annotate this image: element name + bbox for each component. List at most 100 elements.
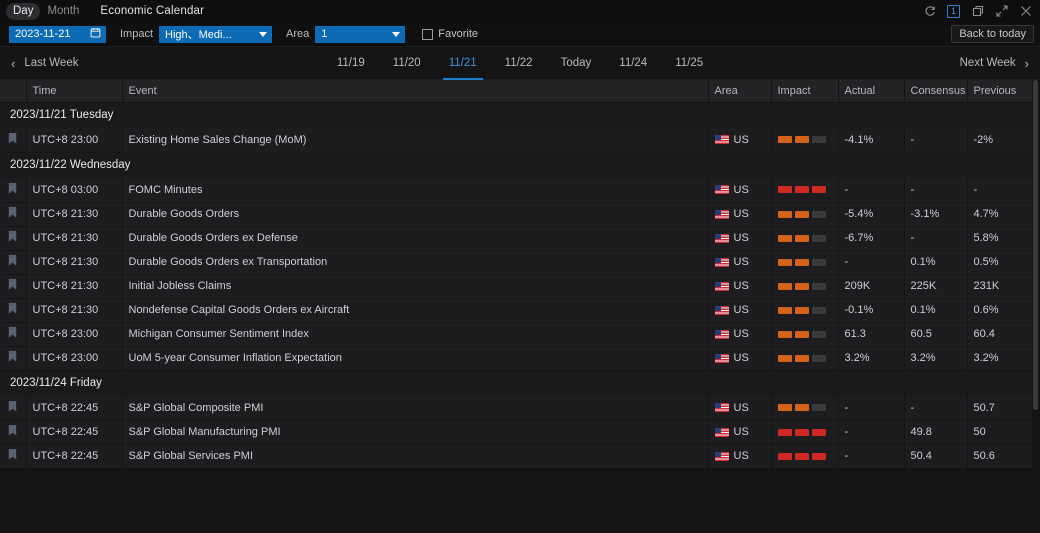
cell-event[interactable]: UoM 5-year Consumer Inflation Expectatio…	[122, 346, 708, 370]
cell-event[interactable]: Durable Goods Orders ex Defense	[122, 226, 708, 250]
cell-event[interactable]: S&P Global Services PMI	[122, 444, 708, 468]
bookmark-cell[interactable]	[0, 226, 26, 250]
column-header-time[interactable]: Time	[26, 80, 122, 102]
table-row[interactable]: UTC+8 22:45S&P Global Manufacturing PMIU…	[0, 420, 1032, 444]
mode-month-button[interactable]: Month	[40, 3, 86, 20]
day-tab-today[interactable]: Today	[547, 47, 606, 80]
cell-consensus: 225K	[904, 274, 967, 298]
bookmark-icon[interactable]	[8, 351, 17, 365]
cell-event[interactable]: FOMC Minutes	[122, 178, 708, 202]
bookmark-icon[interactable]	[8, 183, 17, 197]
table-row[interactable]: UTC+8 23:00UoM 5-year Consumer Inflation…	[0, 346, 1032, 370]
column-header-actual[interactable]: Actual	[838, 80, 904, 102]
bookmark-icon[interactable]	[8, 449, 17, 463]
bookmark-icon[interactable]	[8, 231, 17, 245]
day-tab-1119[interactable]: 11/19	[323, 47, 379, 80]
bookmark-cell[interactable]	[0, 298, 26, 322]
week-navigation: ‹ Last Week 11/19 11/20 11/21 11/22 Toda…	[0, 47, 1040, 80]
column-header-area[interactable]: Area	[708, 80, 771, 102]
cell-event[interactable]: Durable Goods Orders ex Transportation	[122, 250, 708, 274]
cell-area: US	[708, 420, 771, 444]
cell-actual: -	[838, 250, 904, 274]
table-row[interactable]: UTC+8 03:00FOMC MinutesUS---	[0, 178, 1032, 202]
impact-bar	[778, 355, 792, 362]
bookmark-icon[interactable]	[8, 327, 17, 341]
impact-filter-select[interactable]: High、Medi...	[159, 26, 272, 43]
expand-icon[interactable]	[995, 5, 1008, 18]
close-icon[interactable]	[1019, 5, 1032, 18]
impact-bar	[778, 404, 792, 411]
bookmark-icon[interactable]	[8, 133, 17, 147]
chevron-down-icon	[259, 32, 267, 37]
cell-time: UTC+8 21:30	[26, 226, 122, 250]
bookmark-icon[interactable]	[8, 207, 17, 221]
table-row[interactable]: UTC+8 21:30Durable Goods Orders ex Trans…	[0, 250, 1032, 274]
date-picker[interactable]: 2023-11-21	[9, 26, 106, 43]
impact-bar	[812, 259, 826, 266]
bookmark-icon[interactable]	[8, 401, 17, 415]
bookmark-cell[interactable]	[0, 420, 26, 444]
bookmark-cell[interactable]	[0, 250, 26, 274]
table-row[interactable]: UTC+8 23:00Existing Home Sales Change (M…	[0, 128, 1032, 152]
date-group-label: 2023/11/21 Tuesday	[0, 102, 1032, 128]
table-row[interactable]: UTC+8 22:45S&P Global Composite PMIUS--5…	[0, 396, 1032, 420]
column-header-previous[interactable]: Previous	[967, 80, 1032, 102]
bookmark-icon[interactable]	[8, 255, 17, 269]
cell-event[interactable]: S&P Global Composite PMI	[122, 396, 708, 420]
cell-event[interactable]: Michigan Consumer Sentiment Index	[122, 322, 708, 346]
cell-impact	[771, 346, 838, 370]
bookmark-cell[interactable]	[0, 322, 26, 346]
day-tab-1122[interactable]: 11/22	[491, 47, 547, 80]
bookmark-cell[interactable]	[0, 346, 26, 370]
cell-event[interactable]: Initial Jobless Claims	[122, 274, 708, 298]
scrollbar-thumb[interactable]	[1033, 80, 1038, 410]
table-row[interactable]: UTC+8 23:00Michigan Consumer Sentiment I…	[0, 322, 1032, 346]
cell-area: US	[708, 298, 771, 322]
us-flag-icon	[715, 258, 729, 267]
cell-event[interactable]: S&P Global Manufacturing PMI	[122, 420, 708, 444]
impact-filter-value: High、Medi...	[165, 26, 232, 42]
restore-icon[interactable]	[971, 5, 984, 18]
impact-bar	[778, 331, 792, 338]
bookmark-icon[interactable]	[8, 425, 17, 439]
cell-time: UTC+8 22:45	[26, 444, 122, 468]
table-row[interactable]: UTC+8 21:30Durable Goods OrdersUS-5.4%-3…	[0, 202, 1032, 226]
day-tab-1125[interactable]: 11/25	[661, 47, 717, 80]
bookmark-cell[interactable]	[0, 128, 26, 152]
window-count-badge[interactable]: 1	[947, 5, 960, 18]
back-to-today-button[interactable]: Back to today	[951, 25, 1034, 43]
cell-event[interactable]: Durable Goods Orders	[122, 202, 708, 226]
day-tab-1121[interactable]: 11/21	[435, 47, 491, 80]
cell-event[interactable]: Existing Home Sales Change (MoM)	[122, 128, 708, 152]
day-tab-1120[interactable]: 11/20	[379, 47, 435, 80]
refresh-icon[interactable]	[923, 5, 936, 18]
bookmark-cell[interactable]	[0, 444, 26, 468]
table-header: Time Event Area Impact Actual Consensus …	[0, 80, 1032, 102]
impact-indicator	[778, 259, 832, 266]
day-tab-1124[interactable]: 11/24	[605, 47, 661, 80]
table-row[interactable]: UTC+8 21:30Nondefense Capital Goods Orde…	[0, 298, 1032, 322]
table-row[interactable]: UTC+8 22:45S&P Global Services PMIUS-50.…	[0, 444, 1032, 468]
cell-event[interactable]: Nondefense Capital Goods Orders ex Aircr…	[122, 298, 708, 322]
cell-time: UTC+8 03:00	[26, 178, 122, 202]
area-filter-select[interactable]: 1	[315, 26, 405, 43]
favorite-filter[interactable]: Favorite	[422, 28, 478, 40]
mode-day-button[interactable]: Day	[6, 3, 40, 20]
table-row[interactable]: UTC+8 21:30Durable Goods Orders ex Defen…	[0, 226, 1032, 250]
bookmark-cell[interactable]	[0, 274, 26, 298]
vertical-scrollbar[interactable]	[1032, 80, 1040, 533]
column-header-consensus[interactable]: Consensus	[904, 80, 967, 102]
cell-impact	[771, 396, 838, 420]
cell-area: US	[708, 322, 771, 346]
bookmark-icon[interactable]	[8, 279, 17, 293]
column-header-impact[interactable]: Impact	[771, 80, 838, 102]
bookmark-cell[interactable]	[0, 396, 26, 420]
column-header-event[interactable]: Event	[122, 80, 708, 102]
bookmark-cell[interactable]	[0, 202, 26, 226]
bookmark-cell[interactable]	[0, 178, 26, 202]
us-flag-icon	[715, 185, 729, 194]
favorite-checkbox[interactable]	[422, 29, 433, 40]
table-row[interactable]: UTC+8 21:30Initial Jobless ClaimsUS209K2…	[0, 274, 1032, 298]
bookmark-icon[interactable]	[8, 303, 17, 317]
impact-bar	[812, 186, 826, 193]
